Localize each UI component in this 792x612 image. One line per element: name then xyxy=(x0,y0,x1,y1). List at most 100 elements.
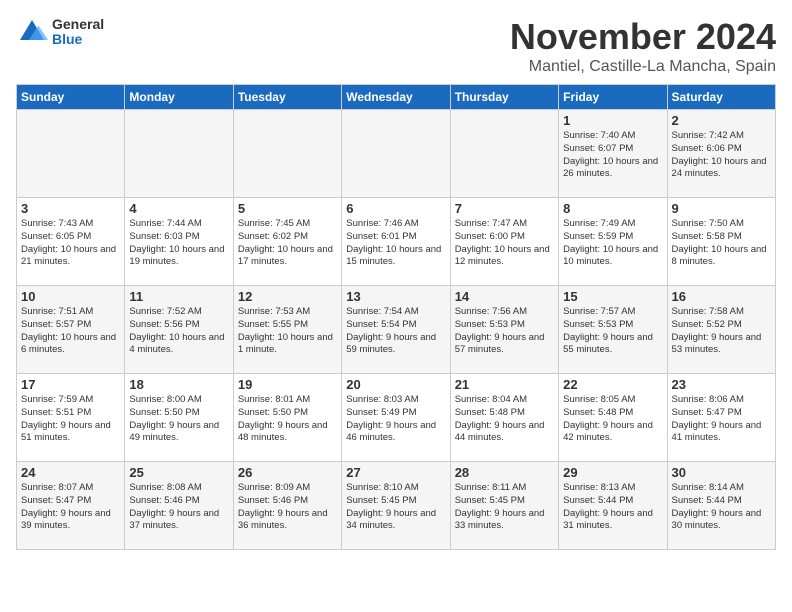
day-info: Sunrise: 7:50 AMSunset: 5:58 PMDaylight:… xyxy=(672,218,771,269)
day-number: 27 xyxy=(346,465,445,480)
day-number: 6 xyxy=(346,201,445,216)
header: General Blue November 2024 Mantiel, Cast… xyxy=(16,16,776,76)
day-info: Sunrise: 8:00 AMSunset: 5:50 PMDaylight:… xyxy=(129,394,228,445)
day-number: 11 xyxy=(129,289,228,304)
day-info: Sunrise: 7:49 AMSunset: 5:59 PMDaylight:… xyxy=(563,218,662,269)
title-area: November 2024 Mantiel, Castille-La Manch… xyxy=(510,16,776,76)
day-info: Sunrise: 8:05 AMSunset: 5:48 PMDaylight:… xyxy=(563,394,662,445)
calendar-day-cell xyxy=(342,110,450,198)
day-info: Sunrise: 7:58 AMSunset: 5:52 PMDaylight:… xyxy=(672,306,771,357)
weekday-header-cell: Saturday xyxy=(667,85,775,110)
calendar-day-cell: 17 Sunrise: 7:59 AMSunset: 5:51 PMDayligh… xyxy=(17,374,125,462)
logo-blue-text: Blue xyxy=(52,32,104,47)
calendar-day-cell: 18Sunrise: 8:00 AMSunset: 5:50 PMDayligh… xyxy=(125,374,233,462)
calendar-day-cell: 10 Sunrise: 7:51 AMSunset: 5:57 PMDayligh… xyxy=(17,286,125,374)
day-number: 5 xyxy=(238,201,337,216)
weekday-header-cell: Monday xyxy=(125,85,233,110)
day-number: 22 xyxy=(563,377,662,392)
day-number: 3 xyxy=(21,201,120,216)
calendar-day-cell: 4 Sunrise: 7:44 AMSunset: 6:03 PMDaylight… xyxy=(125,198,233,286)
calendar-body: 1 Sunrise: 7:40 AMSunset: 6:07 PMDaylight… xyxy=(17,110,776,550)
day-info: Sunrise: 7:51 AMSunset: 5:57 PMDaylight:… xyxy=(21,306,120,357)
day-number: 23 xyxy=(672,377,771,392)
calendar-day-cell: 15 Sunrise: 7:57 AMSunset: 5:53 PMDayligh… xyxy=(559,286,667,374)
logo-icon xyxy=(16,16,48,48)
calendar-day-cell xyxy=(450,110,558,198)
calendar-week-row: 10 Sunrise: 7:51 AMSunset: 5:57 PMDayligh… xyxy=(17,286,776,374)
calendar-day-cell: 26Sunrise: 8:09 AMSunset: 5:46 PMDayligh… xyxy=(233,462,341,550)
day-info: Sunrise: 7:53 AMSunset: 5:55 PMDaylight:… xyxy=(238,306,337,357)
day-info: Sunrise: 7:52 AMSunset: 5:56 PMDaylight:… xyxy=(129,306,228,357)
day-info: Sunrise: 7:57 AMSunset: 5:53 PMDaylight:… xyxy=(563,306,662,357)
calendar-day-cell xyxy=(233,110,341,198)
day-info: Sunrise: 8:08 AMSunset: 5:46 PMDaylight:… xyxy=(129,482,228,533)
calendar-day-cell: 14 Sunrise: 7:56 AMSunset: 5:53 PMDayligh… xyxy=(450,286,558,374)
day-info: Sunrise: 8:11 AMSunset: 5:45 PMDaylight:… xyxy=(455,482,554,533)
weekday-header-cell: Sunday xyxy=(17,85,125,110)
calendar-day-cell: 13Sunrise: 7:54 AMSunset: 5:54 PMDayligh… xyxy=(342,286,450,374)
logo-text: General Blue xyxy=(52,17,104,48)
calendar-day-cell: 20Sunrise: 8:03 AMSunset: 5:49 PMDayligh… xyxy=(342,374,450,462)
day-number: 10 xyxy=(21,289,120,304)
day-number: 28 xyxy=(455,465,554,480)
logo-general-text: General xyxy=(52,17,104,32)
calendar-day-cell: 23Sunrise: 8:06 AMSunset: 5:47 PMDayligh… xyxy=(667,374,775,462)
weekday-header-row: SundayMondayTuesdayWednesdayThursdayFrid… xyxy=(17,85,776,110)
day-number: 29 xyxy=(563,465,662,480)
calendar-day-cell: 3 Sunrise: 7:43 AMSunset: 6:05 PMDaylight… xyxy=(17,198,125,286)
day-number: 12 xyxy=(238,289,337,304)
day-info: Sunrise: 8:13 AMSunset: 5:44 PMDaylight:… xyxy=(563,482,662,533)
calendar-day-cell: 24 Sunrise: 8:07 AMSunset: 5:47 PMDayligh… xyxy=(17,462,125,550)
calendar-week-row: 1 Sunrise: 7:40 AMSunset: 6:07 PMDaylight… xyxy=(17,110,776,198)
day-info: Sunrise: 8:01 AMSunset: 5:50 PMDaylight:… xyxy=(238,394,337,445)
day-info: Sunrise: 7:40 AMSunset: 6:07 PMDaylight:… xyxy=(563,130,662,181)
day-info: Sunrise: 7:45 AMSunset: 6:02 PMDaylight:… xyxy=(238,218,337,269)
day-number: 4 xyxy=(129,201,228,216)
day-info: Sunrise: 7:42 AMSunset: 6:06 PMDaylight:… xyxy=(672,130,771,181)
day-info: Sunrise: 7:56 AMSunset: 5:53 PMDaylight:… xyxy=(455,306,554,357)
day-info: Sunrise: 7:43 AMSunset: 6:05 PMDaylight:… xyxy=(21,218,120,269)
day-number: 24 xyxy=(21,465,120,480)
calendar-day-cell: 27 Sunrise: 8:10 AMSunset: 5:45 PMDayligh… xyxy=(342,462,450,550)
calendar-day-cell: 11 Sunrise: 7:52 AMSunset: 5:56 PMDayligh… xyxy=(125,286,233,374)
day-info: Sunrise: 8:14 AMSunset: 5:44 PMDaylight:… xyxy=(672,482,771,533)
day-number: 9 xyxy=(672,201,771,216)
calendar-day-cell: 29 Sunrise: 8:13 AMSunset: 5:44 PMDayligh… xyxy=(559,462,667,550)
day-number: 2 xyxy=(672,113,771,128)
day-number: 7 xyxy=(455,201,554,216)
calendar-day-cell xyxy=(17,110,125,198)
calendar-day-cell: 6 Sunrise: 7:46 AMSunset: 6:01 PMDaylight… xyxy=(342,198,450,286)
calendar-week-row: 24 Sunrise: 8:07 AMSunset: 5:47 PMDayligh… xyxy=(17,462,776,550)
calendar-day-cell: 8Sunrise: 7:49 AMSunset: 5:59 PMDaylight… xyxy=(559,198,667,286)
calendar-day-cell: 12 Sunrise: 7:53 AMSunset: 5:55 PMDayligh… xyxy=(233,286,341,374)
day-number: 20 xyxy=(346,377,445,392)
day-number: 25 xyxy=(129,465,228,480)
day-number: 15 xyxy=(563,289,662,304)
day-info: Sunrise: 7:59 AMSunset: 5:51 PMDaylight:… xyxy=(21,394,120,445)
day-info: Sunrise: 8:10 AMSunset: 5:45 PMDaylight:… xyxy=(346,482,445,533)
day-number: 16 xyxy=(672,289,771,304)
day-number: 13 xyxy=(346,289,445,304)
calendar-day-cell: 21Sunrise: 8:04 AMSunset: 5:48 PMDayligh… xyxy=(450,374,558,462)
calendar-day-cell: 25 Sunrise: 8:08 AMSunset: 5:46 PMDayligh… xyxy=(125,462,233,550)
calendar-day-cell: 30 Sunrise: 8:14 AMSunset: 5:44 PMDayligh… xyxy=(667,462,775,550)
day-info: Sunrise: 7:44 AMSunset: 6:03 PMDaylight:… xyxy=(129,218,228,269)
day-number: 14 xyxy=(455,289,554,304)
day-number: 30 xyxy=(672,465,771,480)
calendar-table: SundayMondayTuesdayWednesdayThursdayFrid… xyxy=(16,84,776,550)
calendar-day-cell: 22 Sunrise: 8:05 AMSunset: 5:48 PMDayligh… xyxy=(559,374,667,462)
weekday-header-cell: Friday xyxy=(559,85,667,110)
location-title: Mantiel, Castille-La Mancha, Spain xyxy=(510,58,776,76)
day-number: 17 xyxy=(21,377,120,392)
day-number: 26 xyxy=(238,465,337,480)
day-info: Sunrise: 7:47 AMSunset: 6:00 PMDaylight:… xyxy=(455,218,554,269)
calendar-day-cell: 19Sunrise: 8:01 AMSunset: 5:50 PMDayligh… xyxy=(233,374,341,462)
day-info: Sunrise: 8:07 AMSunset: 5:47 PMDaylight:… xyxy=(21,482,120,533)
calendar-day-cell: 2 Sunrise: 7:42 AMSunset: 6:06 PMDaylight… xyxy=(667,110,775,198)
weekday-header-cell: Wednesday xyxy=(342,85,450,110)
day-info: Sunrise: 7:46 AMSunset: 6:01 PMDaylight:… xyxy=(346,218,445,269)
calendar-day-cell: 1 Sunrise: 7:40 AMSunset: 6:07 PMDaylight… xyxy=(559,110,667,198)
logo: General Blue xyxy=(16,16,104,48)
day-number: 1 xyxy=(563,113,662,128)
calendar-day-cell: 28 Sunrise: 8:11 AMSunset: 5:45 PMDayligh… xyxy=(450,462,558,550)
